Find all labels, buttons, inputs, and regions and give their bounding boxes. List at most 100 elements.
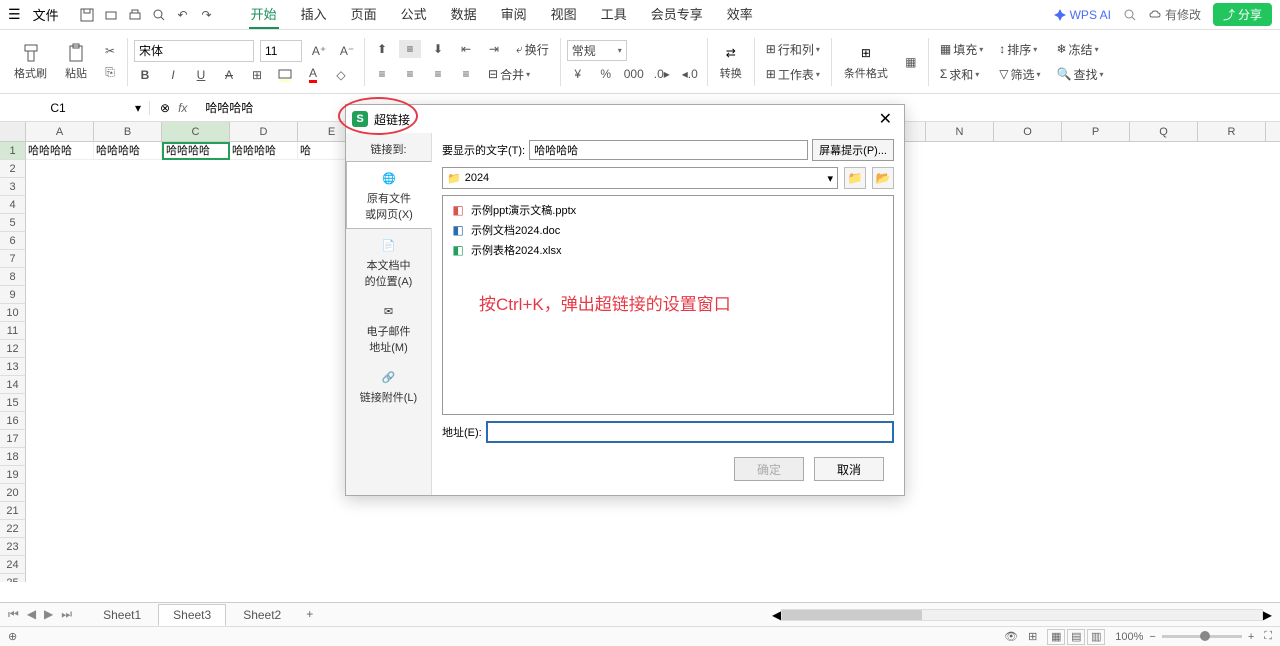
file-menu[interactable]: 文件	[29, 5, 63, 24]
up-folder-button[interactable]: 📁	[844, 167, 866, 189]
align-center-icon[interactable]: ≡	[399, 65, 421, 83]
sheet-next-icon[interactable]: ▶	[44, 607, 53, 622]
row-header[interactable]: 8	[0, 268, 26, 286]
file-item[interactable]: ◧ 示例文档2024.doc	[447, 220, 889, 240]
cell[interactable]: 哈哈哈哈	[94, 142, 162, 160]
scroll-thumb[interactable]	[782, 610, 922, 620]
tab-review[interactable]: 审阅	[499, 0, 529, 29]
col-header[interactable]: Q	[1130, 122, 1198, 141]
sheet-tab[interactable]: Sheet1	[88, 604, 156, 626]
wrap-button[interactable]: ⤶换行	[511, 39, 554, 60]
row-header[interactable]: 15	[0, 394, 26, 412]
col-header[interactable]: R	[1198, 122, 1266, 141]
sheet-prev-icon[interactable]: ◀	[27, 607, 36, 622]
col-header[interactable]: P	[1062, 122, 1130, 141]
bold-icon[interactable]: B	[134, 66, 156, 84]
search-icon[interactable]	[1123, 8, 1137, 22]
cut-icon[interactable]: ✂	[99, 42, 121, 60]
share-button[interactable]: ⤴ 分享	[1213, 3, 1272, 26]
row-header[interactable]: 2	[0, 160, 26, 178]
align-top-icon[interactable]: ⬆	[371, 40, 393, 58]
row-header[interactable]: 7	[0, 250, 26, 268]
horizontal-scrollbar[interactable]: ◀ ▶	[772, 608, 1272, 622]
row-header[interactable]: 11	[0, 322, 26, 340]
ok-button[interactable]: 确定	[734, 457, 804, 481]
preview-icon[interactable]	[151, 7, 167, 23]
grid-icon[interactable]: ⊞	[1028, 630, 1037, 643]
align-bottom-icon[interactable]: ⬇	[427, 40, 449, 58]
copy-icon[interactable]: ⎘	[99, 64, 121, 82]
row-header[interactable]: 22	[0, 520, 26, 538]
display-text-input[interactable]	[529, 140, 808, 160]
italic-icon[interactable]: I	[162, 66, 184, 84]
underline-icon[interactable]: U	[190, 66, 212, 84]
cond-format-button[interactable]: ⊞ 条件格式	[838, 41, 894, 83]
font-size-select[interactable]	[260, 40, 302, 62]
name-box[interactable]: ▾	[0, 101, 150, 115]
decimal-dec-icon[interactable]: ◂.0	[679, 65, 701, 83]
row-header[interactable]: 25	[0, 574, 26, 582]
worksheet-button[interactable]: ⊞工作表▾	[761, 64, 825, 85]
indent-decrease-icon[interactable]: ⇤	[455, 40, 477, 58]
hamburger-icon[interactable]: ☰	[8, 6, 21, 23]
print-icon[interactable]	[127, 7, 143, 23]
col-header[interactable]: C	[162, 122, 230, 141]
cell[interactable]: 哈哈哈哈	[26, 142, 94, 160]
zoom-level[interactable]: 100%	[1115, 631, 1143, 643]
sort-button[interactable]: ↕排序▾	[994, 39, 1042, 60]
font-color-icon[interactable]: A	[302, 66, 324, 84]
row-header[interactable]: 3	[0, 178, 26, 196]
tab-view[interactable]: 视图	[549, 0, 579, 29]
page-break-icon[interactable]: ▥	[1087, 629, 1105, 645]
row-header[interactable]: 20	[0, 484, 26, 502]
comma-icon[interactable]: 000	[623, 65, 645, 83]
cancel-button[interactable]: 取消	[814, 457, 884, 481]
cells-area[interactable]: 哈哈哈哈 哈哈哈哈 哈哈哈哈 哈哈哈哈 哈	[26, 142, 366, 582]
border-icon[interactable]: ⊞	[246, 66, 268, 84]
font-name-select[interactable]	[134, 40, 254, 62]
eye-icon[interactable]: 👁	[1004, 630, 1018, 643]
fill-button[interactable]: ▦填充▾	[935, 39, 988, 60]
percent-icon[interactable]: %	[595, 65, 617, 83]
highlight-icon[interactable]: ◇	[330, 66, 352, 84]
strikethrough-icon[interactable]: A	[218, 66, 240, 84]
link-place-in-doc[interactable]: 📄 本文档中 的位置(A)	[346, 229, 431, 295]
cancel-formula-icon[interactable]: ⊗	[160, 101, 170, 115]
decrease-font-icon[interactable]: A⁻	[336, 42, 358, 60]
modified-status[interactable]: 有修改	[1149, 6, 1201, 23]
row-header[interactable]: 23	[0, 538, 26, 556]
tab-tools[interactable]: 工具	[599, 0, 629, 29]
save-icon[interactable]	[79, 7, 95, 23]
tab-data[interactable]: 数据	[449, 0, 479, 29]
row-header[interactable]: 4	[0, 196, 26, 214]
page-layout-icon[interactable]: ▤	[1067, 629, 1085, 645]
row-header[interactable]: 13	[0, 358, 26, 376]
address-input[interactable]	[486, 421, 894, 443]
indent-increase-icon[interactable]: ⇥	[483, 40, 505, 58]
align-right-icon[interactable]: ≡	[427, 65, 449, 83]
fullscreen-icon[interactable]: ⛶	[1264, 630, 1272, 643]
increase-font-icon[interactable]: A⁺	[308, 42, 330, 60]
status-icon[interactable]: ⊕	[8, 630, 17, 643]
chevron-down-icon[interactable]: ▾	[135, 101, 141, 115]
row-header[interactable]: 17	[0, 430, 26, 448]
row-header[interactable]: 21	[0, 502, 26, 520]
folder-select[interactable]: 📁 2024 ▾	[442, 167, 838, 189]
cell[interactable]: 哈哈哈哈	[230, 142, 298, 160]
file-list[interactable]: ◧ 示例ppt演示文稿.pptx ◧ 示例文档2024.doc ◧ 示例表格20…	[442, 195, 894, 415]
link-attachment[interactable]: 🔗 链接附件(L)	[346, 361, 431, 411]
col-header[interactable]: D	[230, 122, 298, 141]
tab-page[interactable]: 页面	[349, 0, 379, 29]
zoom-slider[interactable]	[1162, 635, 1242, 638]
row-header[interactable]: 1	[0, 142, 26, 160]
print-preview-icon[interactable]	[103, 7, 119, 23]
sheet-tab-active[interactable]: Sheet3	[158, 604, 226, 626]
tab-efficiency[interactable]: 效率	[725, 0, 755, 29]
row-header[interactable]: 5	[0, 214, 26, 232]
number-format-select[interactable]: 常规▾	[567, 40, 627, 61]
row-header[interactable]: 10	[0, 304, 26, 322]
align-middle-icon[interactable]: ≡	[399, 40, 421, 58]
scroll-right-icon[interactable]: ▶	[1263, 608, 1272, 622]
browse-button[interactable]: 📂	[872, 167, 894, 189]
decimal-inc-icon[interactable]: .0▸	[651, 65, 673, 83]
